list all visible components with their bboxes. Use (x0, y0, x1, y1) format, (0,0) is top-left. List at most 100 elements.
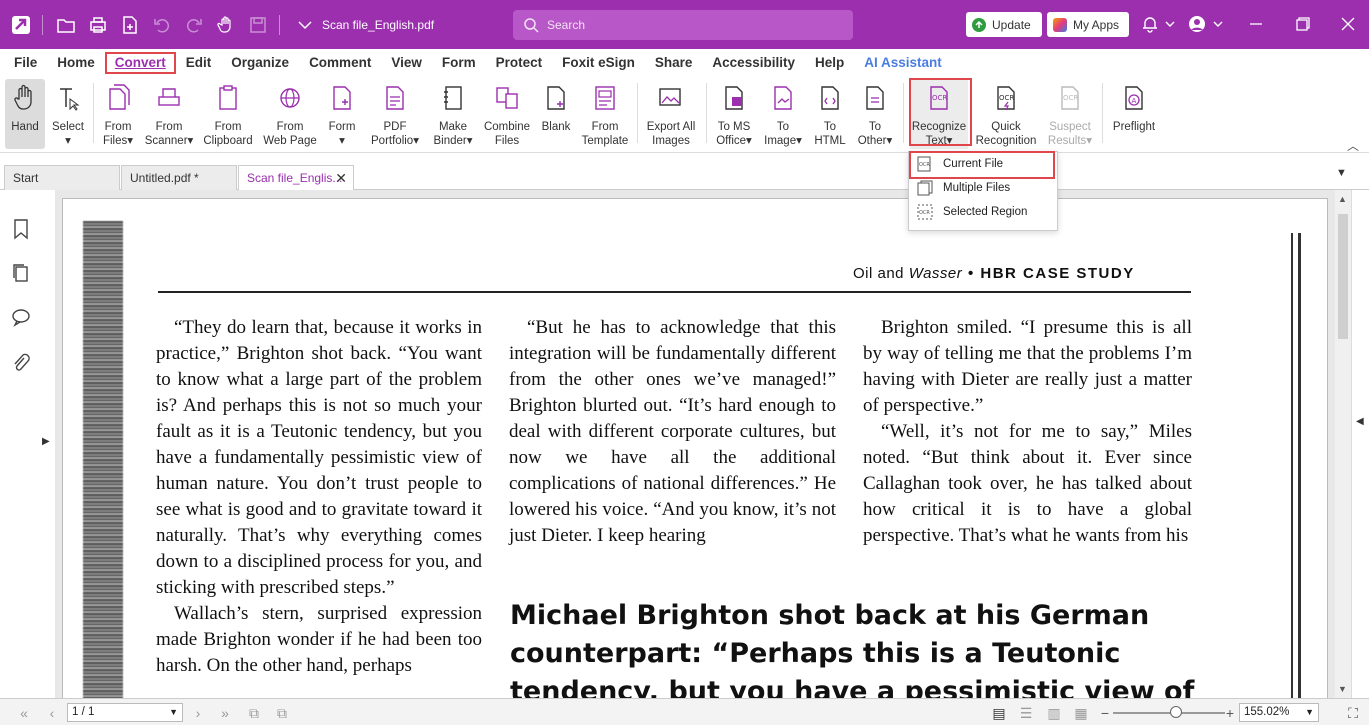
scroll-up-icon[interactable]: ▲ (1338, 194, 1347, 204)
menu-help[interactable]: Help (805, 52, 854, 74)
preflight-button[interactable]: A Preflight (1108, 79, 1160, 149)
from-template-button[interactable]: From Template (578, 79, 632, 149)
menu-item-selected-region[interactable]: OCR Selected Region (909, 200, 1057, 224)
to-image-button[interactable]: To Image▾ (761, 79, 805, 149)
fullscreen-icon[interactable]: ⛶ (1345, 705, 1361, 721)
new-document-icon[interactable] (119, 14, 141, 36)
expand-right-panel-icon[interactable]: ◀ (1356, 416, 1364, 427)
single-page-view-icon[interactable]: ▤ (991, 705, 1007, 721)
menu-foxit-esign[interactable]: Foxit eSign (552, 52, 645, 74)
menu-form[interactable]: Form (432, 52, 486, 74)
menu-share[interactable]: Share (645, 52, 703, 74)
text-column-2: “But he has to acknowledge that this int… (509, 315, 836, 549)
chevron-down-icon[interactable] (1208, 14, 1228, 34)
tab-untitled[interactable]: Untitled.pdf * (121, 165, 237, 190)
last-page-icon[interactable]: » (217, 705, 233, 721)
facing-view-icon[interactable]: ▥ (1046, 705, 1062, 721)
zoom-slider-track[interactable] (1113, 712, 1225, 714)
status-bar: « ‹ 1 / 1 ▼ › » ⧉ ⧉ ▤ ☰ ▥ ▦ − + 155.02% … (0, 698, 1369, 725)
blank-button[interactable]: Blank (537, 79, 575, 149)
first-page-icon[interactable]: « (16, 705, 32, 721)
menu-view[interactable]: View (381, 52, 432, 74)
search-input[interactable]: Search (513, 10, 853, 40)
chevron-down-icon[interactable] (294, 14, 316, 36)
close-tab-icon[interactable]: ✕ (335, 166, 347, 190)
menu-convert[interactable]: Convert (104, 52, 176, 74)
quick-recognition-button[interactable]: OCR Quick Recognition (973, 79, 1039, 149)
menu-protect[interactable]: Protect (486, 52, 553, 74)
expand-panel-icon[interactable]: ▶ (42, 436, 50, 447)
menu-item-multiple-files[interactable]: Multiple Files (909, 176, 1057, 200)
pages-icon[interactable] (11, 262, 31, 284)
ms-office-icon (725, 86, 743, 110)
next-page-icon[interactable]: › (190, 705, 206, 721)
tab-start[interactable]: Start (4, 165, 120, 190)
continuous-facing-view-icon[interactable]: ▦ (1073, 705, 1089, 721)
chevron-down-icon[interactable]: ▼ (169, 704, 178, 721)
redo-icon[interactable] (183, 14, 205, 36)
collapse-ribbon-icon[interactable]: ︿ (1347, 137, 1359, 154)
undo-icon[interactable] (151, 14, 173, 36)
to-other-button[interactable]: To Other▾ (853, 79, 897, 149)
account-icon[interactable] (1187, 14, 1207, 34)
from-template-label: From (591, 121, 619, 133)
form-button[interactable]: Form ▾ (322, 79, 362, 149)
to-other-label: To (868, 121, 882, 133)
menu-edit[interactable]: Edit (176, 52, 222, 74)
page-header: Oil and Wasser • HBR CASE STUDY (853, 265, 1135, 282)
menu-home[interactable]: Home (47, 52, 105, 74)
minimize-icon[interactable] (1246, 14, 1266, 34)
save-icon[interactable] (247, 14, 269, 36)
previous-page-icon[interactable]: ‹ (44, 705, 60, 721)
pdf-portfolio-button[interactable]: PDF Portfolio▾ (366, 79, 424, 149)
zoom-level-field[interactable]: 155.02% ▼ (1239, 703, 1319, 722)
menu-comment[interactable]: Comment (299, 52, 381, 74)
from-scanner-label-2: Scanner▾ (144, 135, 194, 147)
hand-tool-icon[interactable] (215, 14, 237, 36)
hand-button[interactable]: Hand (5, 79, 45, 149)
select-button[interactable]: Select ▾ (48, 79, 88, 149)
zoom-slider-handle[interactable] (1170, 706, 1182, 718)
menu-accessibility[interactable]: Accessibility (702, 52, 805, 74)
document-viewport[interactable]: Oil and Wasser • HBR CASE STUDY “They do… (55, 190, 1335, 698)
open-folder-icon[interactable] (55, 14, 77, 36)
update-button[interactable]: Update (966, 12, 1042, 37)
next-view-icon[interactable]: ⧉ (274, 705, 290, 721)
previous-view-icon[interactable]: ⧉ (246, 705, 262, 721)
menu-file[interactable]: File (4, 52, 47, 74)
combine-files-button[interactable]: Combine Files (481, 79, 533, 149)
restore-icon[interactable] (1293, 14, 1313, 34)
scroll-down-icon[interactable]: ▼ (1338, 684, 1347, 694)
chevron-down-icon[interactable]: ▼ (1305, 704, 1314, 721)
from-files-button[interactable]: From Files▾ (97, 79, 139, 149)
menu-ai-assistant[interactable]: AI Assistant (854, 52, 952, 74)
page-number-field[interactable]: 1 / 1 ▼ (67, 703, 183, 722)
close-icon[interactable] (1338, 14, 1358, 34)
print-icon[interactable] (87, 14, 109, 36)
menu-organize[interactable]: Organize (221, 52, 299, 74)
tab-scan-file[interactable]: Scan file_Englis... ✕ (238, 165, 354, 191)
from-web-page-button[interactable]: From Web Page (260, 79, 320, 149)
to-ms-office-button[interactable]: To MS Office▾ (712, 79, 756, 149)
comment-icon[interactable] (11, 306, 31, 328)
suspect-results-button[interactable]: OCR Suspect Results▾ (1042, 79, 1098, 149)
my-apps-button[interactable]: My Apps (1047, 12, 1129, 37)
attachment-icon[interactable] (11, 352, 31, 374)
from-files-label-line2: Files (102, 135, 128, 147)
continuous-view-icon[interactable]: ☰ (1018, 705, 1034, 721)
export-all-images-button[interactable]: Export All Images (642, 79, 700, 149)
current-file-highlight (909, 151, 1055, 179)
tab-list-dropdown-icon[interactable]: ▼ (1336, 167, 1347, 179)
from-scanner-button[interactable]: From Scanner▾ (142, 79, 196, 149)
zoom-out-icon[interactable]: − (1097, 705, 1113, 721)
bookmark-icon[interactable] (11, 218, 31, 240)
bell-icon[interactable] (1140, 14, 1160, 34)
from-clipboard-button[interactable]: From Clipboard (200, 79, 256, 149)
zoom-in-icon[interactable]: + (1222, 705, 1238, 721)
scrollbar-thumb[interactable] (1338, 214, 1348, 339)
make-binder-button[interactable]: Make Binder▾ (428, 79, 478, 149)
chevron-down-icon[interactable] (1160, 14, 1180, 34)
vertical-scrollbar[interactable]: ▲ ▼ (1335, 190, 1351, 698)
svg-text:A: A (1132, 97, 1137, 105)
to-html-button[interactable]: To HTML (810, 79, 850, 149)
